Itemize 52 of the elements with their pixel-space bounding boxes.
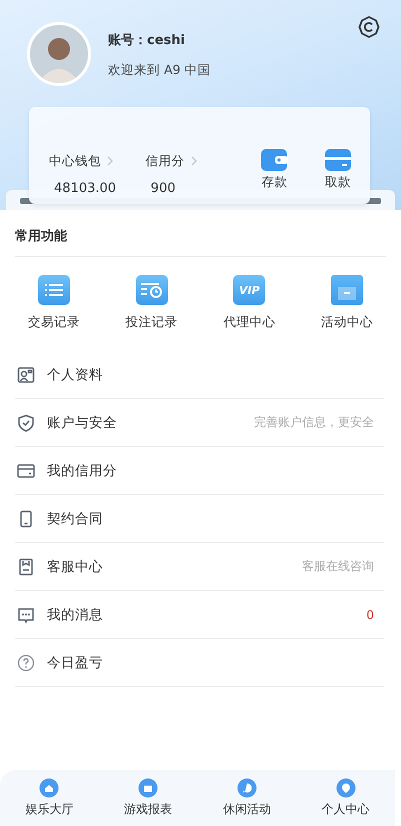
feature-button[interactable]: 活动中心 bbox=[298, 275, 396, 331]
menu-label: 我的信用分 bbox=[47, 462, 118, 480]
menu-hint: 完善账户信息，更安全 bbox=[254, 414, 374, 431]
gift-box-icon bbox=[331, 275, 364, 305]
menu-label: 今日盈亏 bbox=[47, 654, 104, 672]
menu-item[interactable]: 我的信用分 bbox=[15, 447, 384, 495]
menu-item[interactable]: 契约合同 bbox=[15, 495, 384, 543]
document-icon bbox=[17, 558, 35, 576]
section-title: 常用功能 bbox=[15, 210, 386, 257]
settings-icon[interactable] bbox=[357, 15, 381, 39]
welcome-text: 欢迎来到 A9 中国 bbox=[108, 62, 212, 79]
list-icon bbox=[38, 275, 70, 305]
wallet-icon bbox=[260, 148, 288, 172]
menu-item[interactable]: 个人资料 bbox=[15, 351, 384, 399]
tab-item[interactable]: 休闲活动 bbox=[198, 770, 296, 826]
gift-icon bbox=[138, 778, 158, 798]
vip-icon: VIP bbox=[233, 275, 266, 305]
feature-button[interactable]: VIP 代理中心 bbox=[200, 275, 298, 331]
menu-item[interactable]: 账户与安全 完善账户信息，更安全 bbox=[15, 399, 384, 447]
menu-label: 账户与安全 bbox=[47, 414, 118, 432]
person-card-icon bbox=[17, 366, 35, 384]
tab-item[interactable]: 个人中心 bbox=[296, 770, 395, 826]
card-icon bbox=[17, 462, 35, 480]
wallet-value: 48103.00 bbox=[53, 180, 118, 196]
chevron-icon bbox=[190, 156, 197, 166]
receipt-clock-icon bbox=[136, 275, 168, 305]
wallet-value: 900 bbox=[150, 180, 176, 196]
shield-check-icon bbox=[17, 414, 35, 432]
chevron-icon bbox=[107, 156, 113, 166]
wallet-stat-link[interactable]: 信用分 bbox=[146, 152, 197, 170]
withdraw-button[interactable]: 取款 bbox=[306, 148, 370, 191]
menu-item[interactable]: 我的消息 0 bbox=[15, 591, 384, 639]
menu-label: 个人资料 bbox=[47, 366, 104, 384]
feature-button[interactable]: 交易记录 bbox=[5, 275, 103, 331]
account-name: 账号：ceshi bbox=[108, 32, 186, 49]
menu-label: 客服中心 bbox=[47, 558, 104, 576]
tab-item[interactable]: 娱乐大厅 bbox=[0, 770, 99, 826]
message-count: 0 bbox=[366, 608, 374, 622]
menu-label: 契约合同 bbox=[47, 510, 104, 528]
tab-item[interactable]: 游戏报表 bbox=[98, 770, 198, 826]
card-icon bbox=[324, 148, 352, 172]
menu-item[interactable]: 客服中心 客服在线咨询 bbox=[15, 543, 384, 591]
deposit-button[interactable]: 存款 bbox=[242, 148, 306, 191]
menu-hint: 客服在线咨询 bbox=[302, 558, 374, 575]
home-icon bbox=[39, 778, 60, 798]
feature-button[interactable]: 投注记录 bbox=[102, 275, 200, 331]
location-pin-icon bbox=[336, 778, 356, 798]
menu-label: 我的消息 bbox=[47, 606, 104, 624]
wallet-stat-link[interactable]: 中心钱包 bbox=[49, 152, 113, 170]
help-icon bbox=[17, 654, 35, 672]
chat-icon bbox=[17, 606, 35, 624]
menu-item[interactable]: 今日盈亏 bbox=[15, 639, 384, 687]
